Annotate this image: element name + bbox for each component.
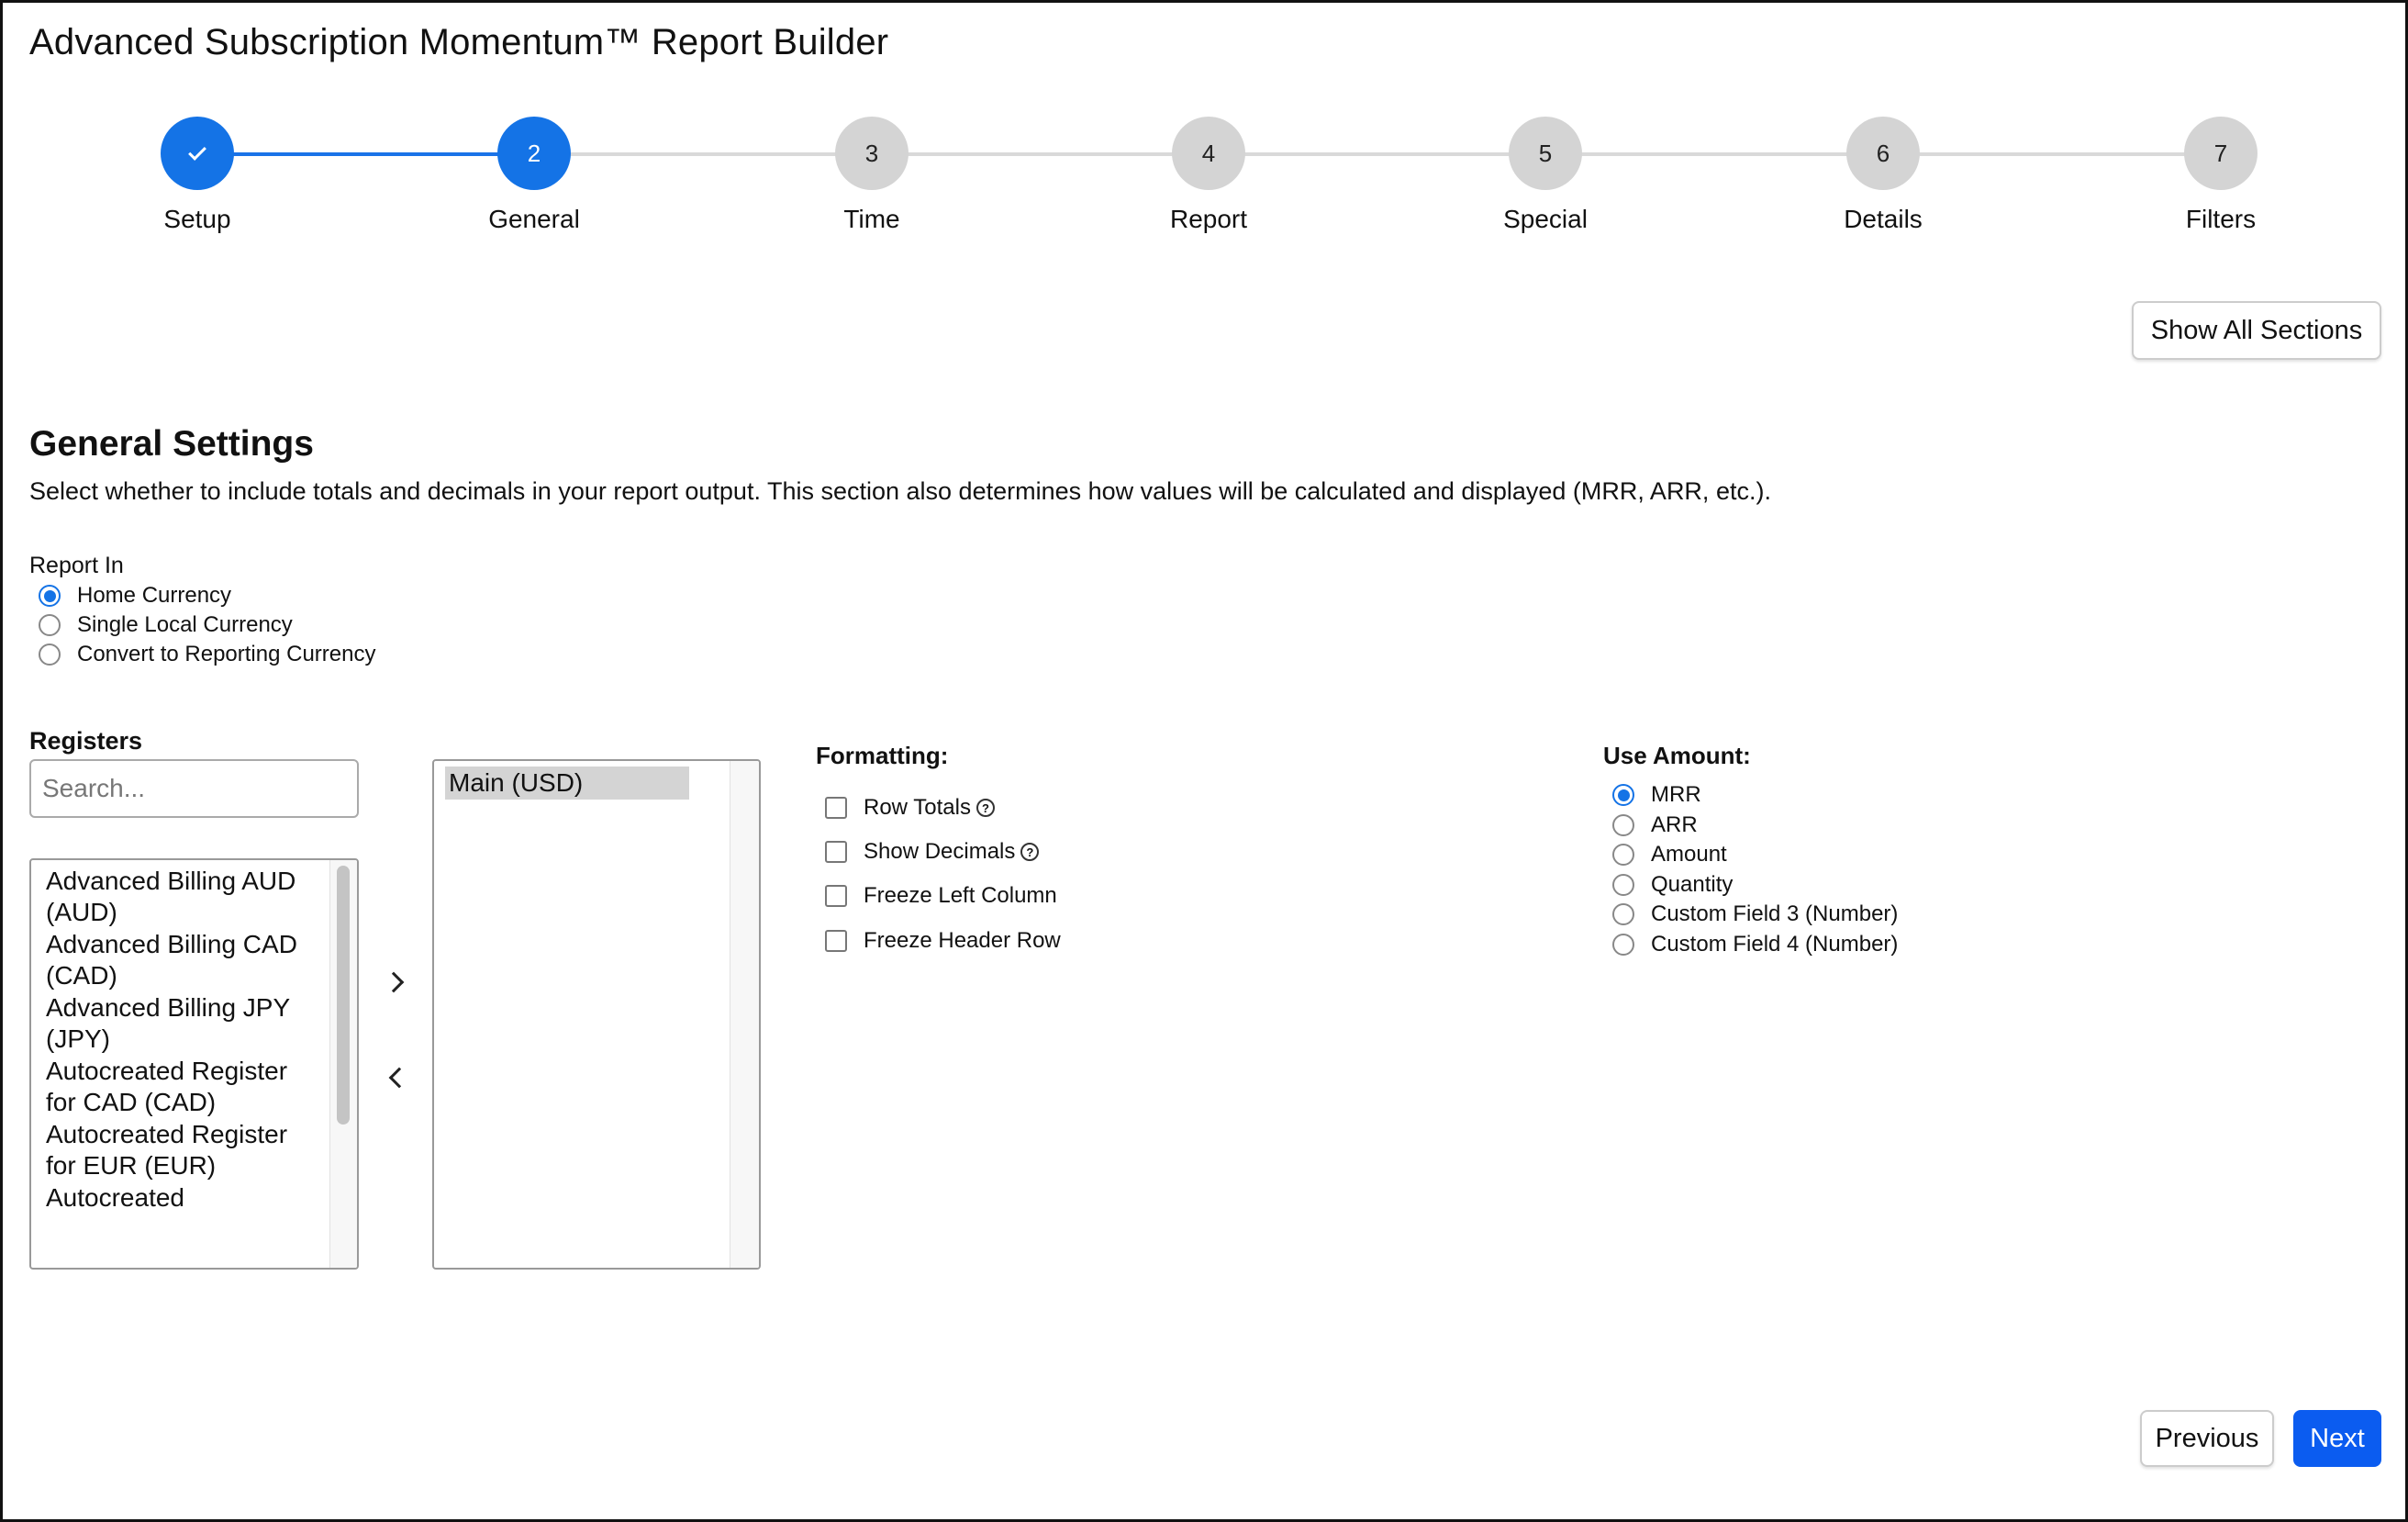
step-special[interactable]: 5 Special — [1454, 117, 1637, 234]
previous-button[interactable]: Previous — [2140, 1410, 2274, 1467]
checkbox[interactable] — [825, 885, 847, 907]
radio-button[interactable] — [1612, 814, 1634, 836]
radio-label: Home Currency — [77, 583, 232, 608]
radio-amount[interactable]: Amount — [1612, 842, 1727, 867]
show-all-sections-button[interactable]: Show All Sections — [2132, 301, 2381, 360]
scrollbar-thumb[interactable] — [337, 866, 350, 1125]
formatting-label: Formatting: — [816, 742, 949, 769]
step-circle-filters: 7 — [2184, 117, 2258, 190]
move-left-button[interactable] — [378, 1059, 415, 1096]
radio-single-local-currency[interactable]: Single Local Currency — [39, 612, 293, 638]
radio-button[interactable] — [1612, 844, 1634, 866]
step-setup[interactable]: Setup — [106, 117, 289, 234]
radio-button[interactable] — [1612, 934, 1634, 956]
radio-button[interactable] — [1612, 784, 1634, 806]
step-label: Report — [1169, 205, 1248, 233]
registers-search-input[interactable] — [29, 759, 359, 818]
radio-label: Custom Field 3 (Number) — [1651, 901, 1899, 926]
report-in-label: Report In — [29, 553, 124, 578]
radio-quantity[interactable]: Quantity — [1612, 872, 1733, 898]
checkbox-label: Freeze Header Row — [864, 928, 1061, 953]
step-label: General — [488, 205, 580, 233]
radio-label: MRR — [1651, 782, 1701, 807]
scrollbar[interactable] — [329, 860, 357, 1268]
step-circle-time: 3 — [835, 117, 909, 190]
radio-label: Convert to Reporting Currency — [77, 642, 376, 666]
radio-label: Custom Field 4 (Number) — [1651, 932, 1899, 957]
checkbox[interactable] — [825, 930, 847, 952]
radio-custom-field-3[interactable]: Custom Field 3 (Number) — [1612, 901, 1898, 927]
radio-button[interactable] — [39, 614, 61, 636]
step-circle-setup — [161, 117, 234, 190]
step-label: Details — [1844, 205, 1923, 233]
radio-label: ARR — [1651, 812, 1698, 837]
available-registers-list[interactable]: Advanced Billing AUD (AUD) Advanced Bill… — [29, 858, 359, 1270]
radio-button[interactable] — [39, 643, 61, 666]
step-details[interactable]: 6 Details — [1791, 117, 1975, 234]
step-circle-special: 5 — [1509, 117, 1582, 190]
selected-registers-list[interactable]: Main (USD) — [432, 759, 761, 1270]
scrollbar[interactable] — [730, 761, 759, 1268]
radio-button[interactable] — [39, 585, 61, 607]
radio-arr[interactable]: ARR — [1612, 812, 1698, 838]
radio-button[interactable] — [1612, 903, 1634, 925]
step-time[interactable]: 3 Time — [780, 117, 964, 234]
checkbox-freeze-left-column[interactable]: Freeze Left Column — [825, 883, 1057, 909]
radio-home-currency[interactable]: Home Currency — [39, 583, 231, 609]
checkbox-label: Show Decimals — [864, 839, 1016, 864]
radio-label: Single Local Currency — [77, 612, 293, 637]
step-label: Special — [1503, 205, 1588, 233]
step-circle-general: 2 — [497, 117, 571, 190]
checkbox[interactable] — [825, 797, 847, 819]
step-label: Filters — [2185, 205, 2257, 233]
next-button[interactable]: Next — [2293, 1410, 2381, 1467]
radio-label: Amount — [1651, 842, 1727, 867]
help-icon[interactable]: ? — [975, 799, 995, 817]
selected-list-item[interactable]: Main (USD) — [445, 767, 689, 800]
wizard-stepper: Setup 2 General 3 Time 4 Report 5 Specia… — [0, 0, 2408, 239]
list-item[interactable]: Advanced Billing CAD (CAD) — [46, 929, 321, 991]
step-general[interactable]: 2 General — [442, 117, 626, 234]
step-circle-report: 4 — [1172, 117, 1245, 190]
step-filters[interactable]: 7 Filters — [2129, 117, 2313, 234]
list-item[interactable]: Advanced Billing JPY (JPY) — [46, 992, 321, 1055]
checkbox-row-totals[interactable]: Row Totals ? — [825, 795, 995, 821]
radio-mrr[interactable]: MRR — [1612, 782, 1701, 808]
step-report[interactable]: 4 Report — [1117, 117, 1300, 234]
chevron-right-icon — [383, 971, 405, 993]
radio-button[interactable] — [1612, 874, 1634, 896]
step-circle-details: 6 — [1846, 117, 1920, 190]
radio-custom-field-4[interactable]: Custom Field 4 (Number) — [1612, 932, 1898, 957]
section-title: General Settings — [29, 424, 314, 464]
list-item[interactable]: Advanced Billing AUD (AUD) — [46, 866, 321, 928]
check-icon — [188, 142, 206, 161]
section-description: Select whether to include totals and dec… — [29, 477, 1771, 505]
radio-convert-reporting-currency[interactable]: Convert to Reporting Currency — [39, 642, 375, 667]
step-label: Time — [843, 205, 900, 233]
radio-label: Quantity — [1651, 872, 1734, 897]
checkbox-label: Row Totals — [864, 795, 971, 820]
list-item[interactable]: Autocreated Register for EUR (EUR) — [46, 1119, 321, 1181]
use-amount-label: Use Amount: — [1603, 742, 1751, 769]
list-item[interactable]: Autocreated Register for CAD (CAD) — [46, 1056, 321, 1118]
checkbox-freeze-header-row[interactable]: Freeze Header Row — [825, 928, 1061, 954]
list-item[interactable]: Autocreated — [46, 1182, 321, 1214]
checkbox-show-decimals[interactable]: Show Decimals ? — [825, 839, 1040, 865]
help-icon[interactable]: ? — [1020, 843, 1040, 861]
step-label: Setup — [163, 205, 231, 233]
move-right-button[interactable] — [378, 964, 415, 1001]
checkbox[interactable] — [825, 841, 847, 863]
chevron-left-icon — [388, 1067, 410, 1089]
checkbox-label: Freeze Left Column — [864, 883, 1057, 908]
registers-label: Registers — [29, 727, 143, 755]
